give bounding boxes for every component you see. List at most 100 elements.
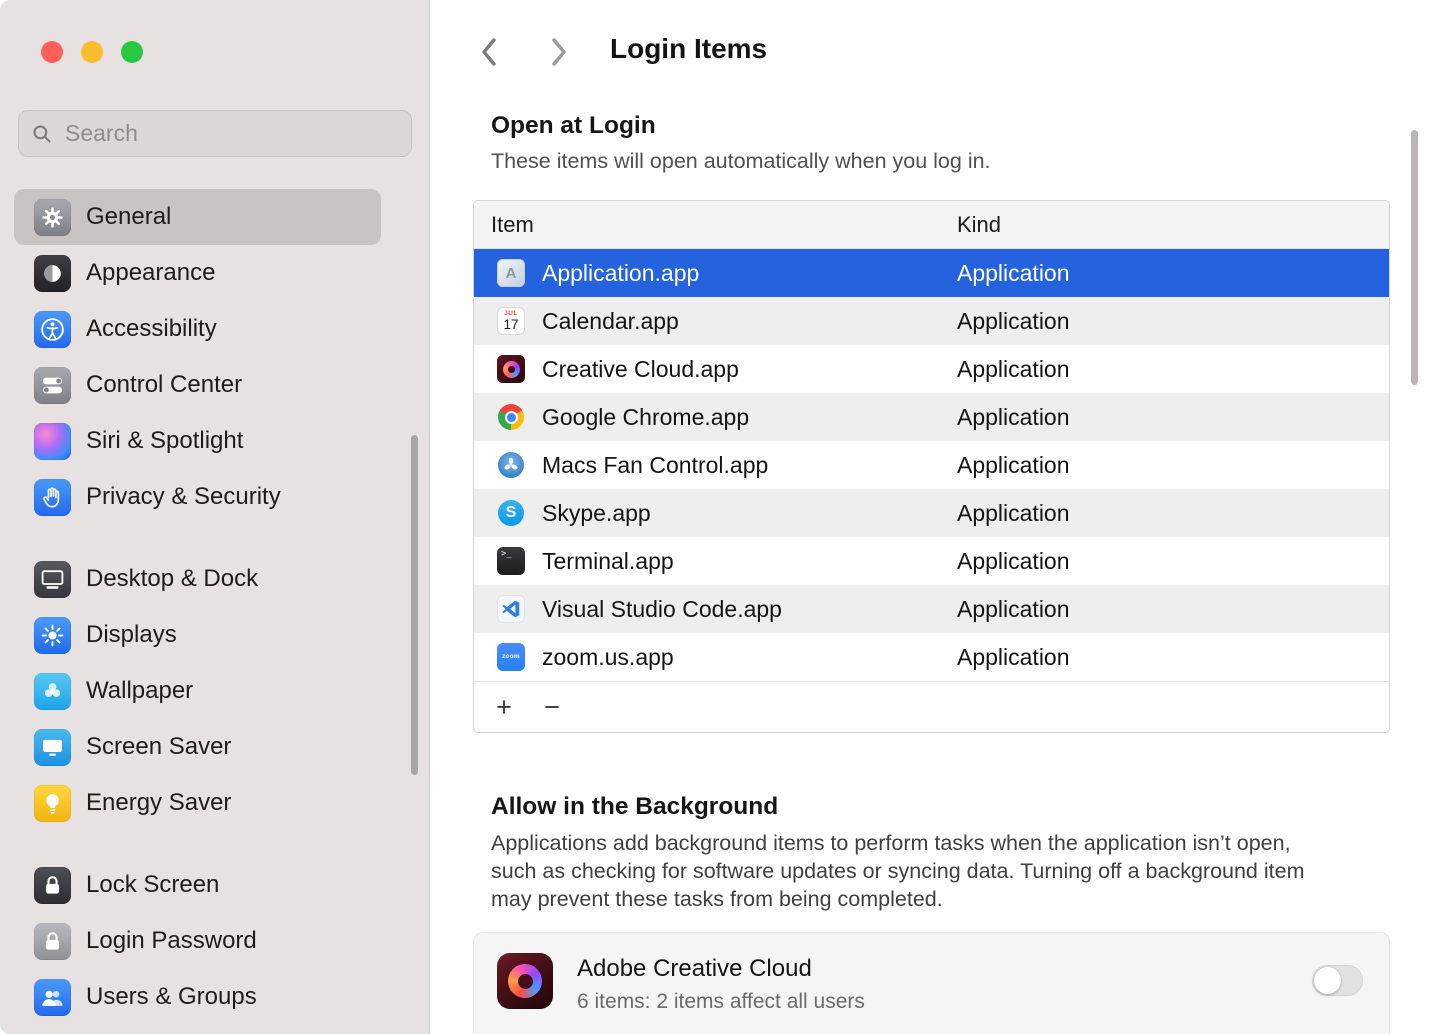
back-button[interactable] xyxy=(475,35,503,69)
table-row[interactable]: AApplication.appApplication xyxy=(474,249,1389,297)
sidebar-item-energy-saver[interactable]: Energy Saver xyxy=(14,775,381,831)
item-kind: Application xyxy=(957,308,1389,335)
displays-icon xyxy=(34,617,71,654)
sidebar-nav: General Appearance Accessibility Control Ce… xyxy=(14,189,381,1025)
sidebar-item-siri-spotlight[interactable]: Siri & Spotlight xyxy=(14,413,381,469)
item-name: Macs Fan Control.app xyxy=(542,452,768,479)
skype-app-icon: S xyxy=(497,499,525,527)
item-kind: Application xyxy=(957,260,1389,287)
gear-icon xyxy=(34,199,71,236)
item-cell: JUL17Calendar.app xyxy=(474,307,957,335)
table-row[interactable]: zoomzoom.us.appApplication xyxy=(474,633,1389,681)
sidebar-item-label: Wallpaper xyxy=(86,677,193,705)
generic-app-icon: A xyxy=(497,259,525,287)
sidebar-item-label: Siri & Spotlight xyxy=(86,427,243,455)
item-name: Skype.app xyxy=(542,500,651,527)
table-row[interactable]: Creative Cloud.appApplication xyxy=(474,345,1389,393)
item-cell: S Skype.app xyxy=(474,499,957,527)
search-icon xyxy=(31,123,53,145)
sidebar-item-label: Appearance xyxy=(86,259,215,287)
table-row[interactable]: Visual Studio Code.appApplication xyxy=(474,585,1389,633)
appearance-icon xyxy=(34,255,71,292)
sidebar-item-general[interactable]: General xyxy=(14,189,381,245)
sidebar-item-label: General xyxy=(86,203,171,231)
remove-login-item-button[interactable]: − xyxy=(534,694,570,721)
sidebar-group: Desktop & Dock Displays Wallpaper Screen Sa… xyxy=(14,551,381,831)
search-input[interactable] xyxy=(63,119,399,148)
table-row[interactable]: Google Chrome.appApplication xyxy=(474,393,1389,441)
item-cell: Visual Studio Code.app xyxy=(474,595,957,623)
background-item-row: Adobe Creative Cloud6 items: 2 items aff… xyxy=(473,932,1390,1034)
column-header-item: Item xyxy=(474,212,957,238)
sidebar-group: Lock Screen Login Password Users & Groups xyxy=(14,857,381,1025)
item-cell: zoomzoom.us.app xyxy=(474,643,957,671)
item-name: Visual Studio Code.app xyxy=(542,596,782,623)
sidebar-item-desktop-dock[interactable]: Desktop & Dock xyxy=(14,551,381,607)
window-controls xyxy=(41,41,143,63)
chrome-app-icon xyxy=(497,403,525,431)
item-kind: Application xyxy=(957,500,1389,527)
item-name: Google Chrome.app xyxy=(542,404,749,431)
allow-in-background-heading: Allow in the Background xyxy=(491,793,778,821)
search-field[interactable] xyxy=(18,110,412,157)
item-cell: Macs Fan Control.app xyxy=(474,451,957,479)
background-item-name: Adobe Creative Cloud xyxy=(577,955,865,983)
users-groups-icon xyxy=(34,979,71,1016)
accessibility-icon xyxy=(34,311,71,348)
sidebar-item-label: Login Password xyxy=(86,927,257,955)
sidebar-item-accessibility[interactable]: Accessibility xyxy=(14,301,381,357)
privacy-hand-icon xyxy=(34,479,71,516)
adobe-cc-icon xyxy=(497,953,553,1009)
desktop-dock-icon xyxy=(34,561,71,598)
vscode-app-icon xyxy=(497,595,525,623)
sidebar-item-wallpaper[interactable]: Wallpaper xyxy=(14,663,381,719)
page-title: Login Items xyxy=(610,33,767,65)
item-kind: Application xyxy=(957,356,1389,383)
siri-icon xyxy=(34,423,71,460)
toggle-knob xyxy=(1314,967,1341,994)
sidebar-item-label: Accessibility xyxy=(86,315,217,343)
table-body: AApplication.appApplicationJUL17Calendar… xyxy=(474,249,1389,681)
item-kind: Application xyxy=(957,644,1389,671)
sidebar-item-screen-saver[interactable]: Screen Saver xyxy=(14,719,381,775)
sidebar-item-control-center[interactable]: Control Center xyxy=(14,357,381,413)
minimize-button[interactable] xyxy=(81,41,103,63)
sidebar-item-label: Screen Saver xyxy=(86,733,231,761)
sidebar-item-users-groups[interactable]: Users & Groups xyxy=(14,969,381,1025)
login-items-table: Item Kind AApplication.appApplicationJUL… xyxy=(473,200,1390,733)
item-cell: AApplication.app xyxy=(474,259,957,287)
sidebar-scrollbar[interactable] xyxy=(411,435,418,775)
item-name: Calendar.app xyxy=(542,308,679,335)
background-item-toggle[interactable] xyxy=(1312,965,1363,996)
table-header-row: Item Kind xyxy=(474,201,1389,249)
table-row[interactable]: >_Terminal.appApplication xyxy=(474,537,1389,585)
sidebar-item-login-password[interactable]: Login Password xyxy=(14,913,381,969)
main-scrollbar[interactable] xyxy=(1411,130,1418,385)
item-name: Terminal.app xyxy=(542,548,674,575)
sidebar-item-privacy-security[interactable]: Privacy & Security xyxy=(14,469,381,525)
open-at-login-description: These items will open automatically when… xyxy=(491,149,991,174)
close-button[interactable] xyxy=(41,41,63,63)
table-row[interactable]: Macs Fan Control.appApplication xyxy=(474,441,1389,489)
energy-saver-icon xyxy=(34,785,71,822)
sidebar-item-lock-screen[interactable]: Lock Screen xyxy=(14,857,381,913)
item-cell: Google Chrome.app xyxy=(474,403,957,431)
add-login-item-button[interactable]: + xyxy=(486,694,522,721)
wallpaper-icon xyxy=(34,673,71,710)
fan-control-app-icon xyxy=(497,451,525,479)
system-settings-window: General Appearance Accessibility Control Ce… xyxy=(0,0,1430,1034)
table-row[interactable]: JUL17Calendar.appApplication xyxy=(474,297,1389,345)
sidebar-item-label: Users & Groups xyxy=(86,983,257,1011)
table-row[interactable]: S Skype.app Application xyxy=(474,489,1389,537)
sidebar-item-label: Displays xyxy=(86,621,177,649)
sidebar-item-label: Desktop & Dock xyxy=(86,565,258,593)
forward-button[interactable] xyxy=(545,35,573,69)
column-header-kind: Kind xyxy=(957,212,1389,238)
sidebar-item-appearance[interactable]: Appearance xyxy=(14,245,381,301)
chevron-left-icon xyxy=(480,37,498,67)
lock-screen-icon xyxy=(34,867,71,904)
item-cell: >_Terminal.app xyxy=(474,547,957,575)
sidebar-item-displays[interactable]: Displays xyxy=(14,607,381,663)
sidebar-item-label: Lock Screen xyxy=(86,871,219,899)
zoom-button[interactable] xyxy=(121,41,143,63)
